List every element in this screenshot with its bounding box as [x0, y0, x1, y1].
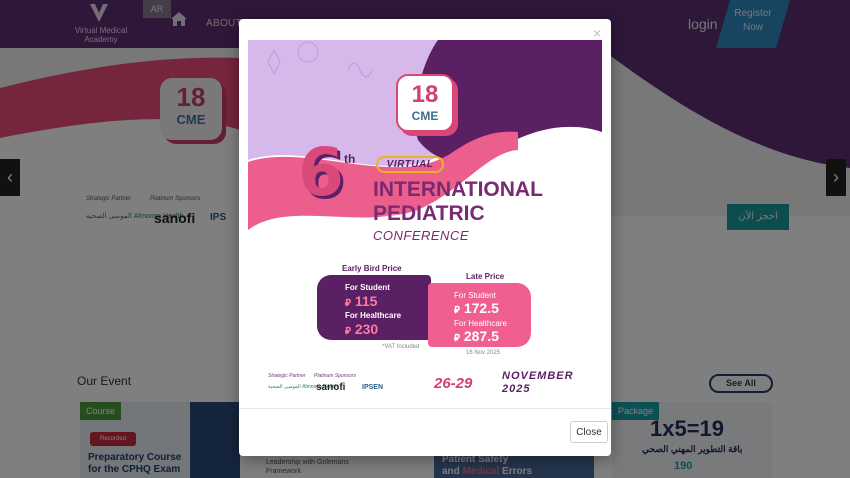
conference-days: 26-29	[434, 375, 473, 392]
virtual-badge: VIRTUAL	[376, 156, 444, 173]
early-health-price-value: 230	[354, 321, 379, 337]
poster-cme-badge: 18 CME	[396, 74, 454, 132]
early-bird-price-box: For Student ⃁ 115 For Healthcare ⃁ 230	[317, 275, 431, 340]
modal-footer-divider	[239, 408, 611, 409]
vat-note: *VAT Included	[382, 344, 420, 350]
riyal-icon: ⃁	[454, 333, 460, 344]
early-bird-label: Early Bird Price	[342, 264, 402, 273]
conference-year: 2025	[502, 383, 531, 395]
close-button[interactable]: Close	[570, 421, 608, 443]
early-student-price: ⃁ 115	[345, 293, 377, 309]
early-health-price: ⃁ 230	[345, 321, 378, 337]
edition-suffix: th	[344, 152, 356, 166]
poster-badge-text: CME	[411, 109, 439, 123]
poster-title-line-2: PEDIATRIC	[373, 202, 485, 225]
late-health-label: For Healthcare	[454, 319, 507, 328]
early-student-price-value: 115	[354, 293, 378, 309]
edition-number: 6	[298, 134, 344, 211]
late-health-price-value: 287.5	[463, 328, 499, 344]
late-student-label: For Student	[454, 291, 496, 300]
poster-badge-number: 18	[411, 81, 439, 108]
riyal-icon: ⃁	[345, 298, 351, 309]
conference-month: NOVEMBER	[502, 370, 574, 382]
close-icon[interactable]: ×	[593, 25, 601, 41]
poster-strategic-partner-label: Strategic Partner	[268, 373, 306, 379]
late-health-price: ⃁ 287.5	[454, 328, 499, 344]
late-student-price-value: 172.5	[463, 300, 499, 316]
riyal-icon: ⃁	[345, 326, 351, 337]
early-student-label: For Student	[345, 283, 390, 292]
riyal-icon: ⃁	[454, 305, 460, 316]
poster-title-line-1: INTERNATIONAL	[373, 178, 543, 201]
late-price-box: For Student ⃁ 172.5 For Healthcare ⃁ 287…	[428, 283, 531, 347]
early-health-label: For Healthcare	[345, 311, 402, 320]
poster-ipsen-logo: IPSEN	[362, 384, 384, 391]
late-student-price: ⃁ 172.5	[454, 300, 499, 316]
late-price-label: Late Price	[466, 272, 505, 281]
conference-poster: 18 CME 6 th VIRTUAL INTERNATIONAL PEDIAT…	[248, 40, 602, 400]
poster-platinum-sponsors-label: Platinum Sponsors	[314, 373, 356, 379]
late-price-date: 16 Nov 2025	[466, 350, 501, 356]
announcement-modal: × 18 CME 6 th VIRTUAL INTERNATIONAL PEDI…	[239, 19, 611, 456]
poster-title-line-3: CONFERENCE	[373, 228, 470, 243]
poster-sanofi-logo: sanofi	[316, 382, 346, 393]
